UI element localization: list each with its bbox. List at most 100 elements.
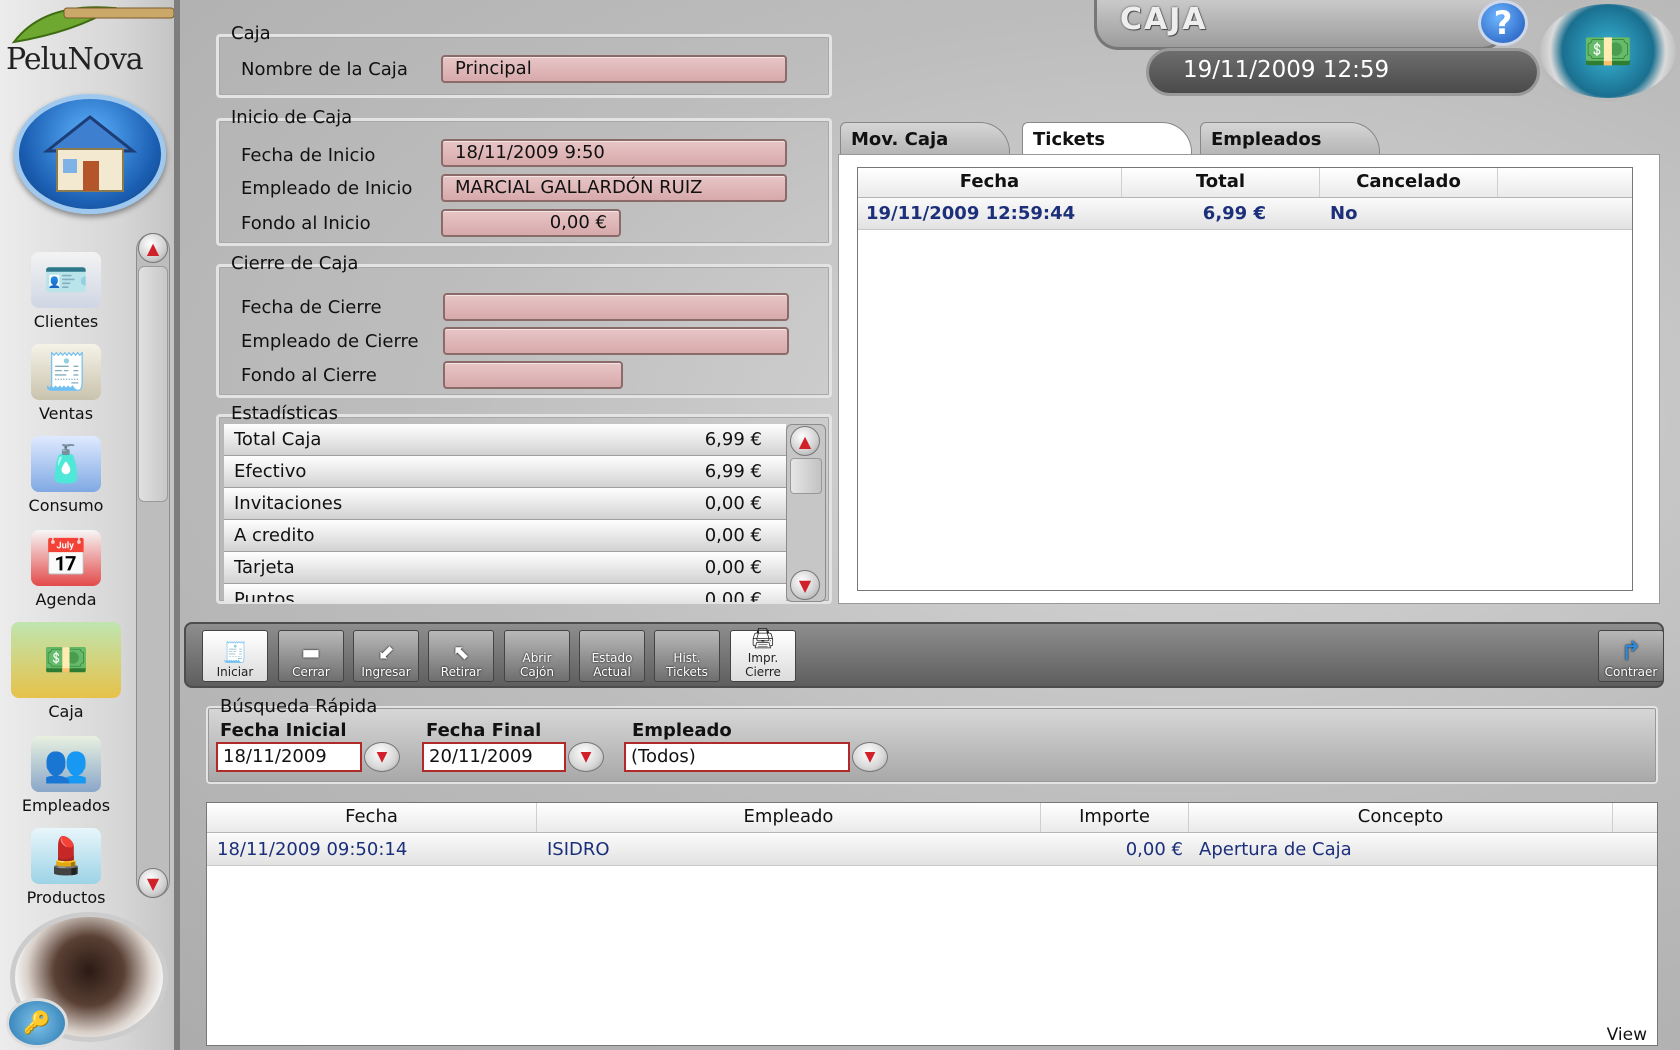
sidebar-item-caja[interactable]: 💵 Caja — [2, 622, 130, 721]
sidebar-item-empleados[interactable]: 👥 Empleados — [2, 736, 130, 815]
tab-mov-caja[interactable]: Mov. Caja — [840, 122, 1010, 156]
keys-icon[interactable]: 🔑 — [6, 998, 68, 1048]
fecha-inicial-dropdown-button[interactable]: ▼ — [364, 742, 400, 772]
estadisticas-legend: Estadísticas — [231, 403, 339, 424]
stat-label: Total Caja — [234, 429, 322, 450]
caja-group: Caja Nombre de la Caja Principal — [216, 23, 832, 98]
house-icon — [42, 115, 138, 192]
list-item[interactable]: Efectivo 6,99 € — [224, 456, 786, 488]
stat-value: 0,00 € — [704, 557, 762, 578]
estadisticas-scroll-up-button[interactable]: ▲ — [790, 426, 820, 456]
estadisticas-scroll-thumb[interactable] — [790, 458, 822, 494]
column-header-fecha[interactable]: Fecha — [207, 803, 537, 832]
chevron-down-icon: ▼ — [580, 749, 592, 765]
sidebar-item-consumo[interactable]: 🧴 Consumo — [2, 436, 130, 515]
estadisticas-scroll-down-button[interactable]: ▼ — [790, 570, 820, 600]
table-row[interactable]: 19/11/2009 12:59:44 6,99 € No — [858, 198, 1632, 230]
impr-cierre-button[interactable]: 🖨 Impr. Cierre — [730, 627, 796, 682]
arrow-up-icon: ▲ — [798, 431, 812, 451]
empleado-filter-select[interactable]: (Todos) — [624, 742, 850, 772]
fecha-final-dropdown-button[interactable]: ▼ — [568, 742, 604, 772]
abrir-cajon-button[interactable]: Abrir Cajón — [504, 630, 570, 682]
consumption-icon: 🧴 — [31, 436, 101, 492]
iniciar-button[interactable]: 🧾 Iniciar — [202, 630, 268, 682]
estado-actual-button[interactable]: Estado Actual — [579, 630, 645, 682]
sidebar-scroll-down-button[interactable]: ▼ — [138, 868, 168, 898]
list-item[interactable]: Tarjeta 0,00 € — [224, 552, 786, 584]
button-label-line2: Cajón — [519, 665, 554, 679]
column-header-cancelado[interactable]: Cancelado — [1320, 168, 1498, 197]
mov-concepto-cell: Apertura de Caja — [1199, 839, 1352, 860]
ingresar-button[interactable]: ⬋ Ingresar — [353, 630, 419, 682]
view-label: View — [1606, 1025, 1647, 1045]
fecha-inicio-field[interactable]: 18/11/2009 9:50 — [441, 139, 787, 167]
money-coins-icon: 💵 — [11, 622, 121, 698]
fecha-final-label: Fecha Final — [426, 720, 542, 741]
empleado-cierre-label: Empleado de Cierre — [241, 331, 419, 352]
nombre-caja-field[interactable]: Principal — [441, 55, 787, 83]
column-header-importe[interactable]: Importe — [1041, 803, 1189, 832]
sidebar-item-clientes[interactable]: 🪪 Clientes — [2, 252, 130, 331]
table-row[interactable]: 18/11/2009 09:50:14 ISIDRO 0,00 € Apertu… — [207, 834, 1657, 866]
fecha-final-input[interactable]: 20/11/2009 — [422, 742, 566, 772]
list-item[interactable]: Total Caja 6,99 € — [224, 424, 786, 456]
calendar-icon: 📅 — [31, 530, 101, 586]
fondo-cierre-field[interactable] — [443, 361, 623, 389]
list-item[interactable]: Puntos 0,00 € — [224, 584, 786, 602]
column-header-total[interactable]: Total — [1122, 168, 1320, 197]
tickets-tab-panel: Fecha Total Cancelado 19/11/2009 12:59:4… — [838, 154, 1660, 604]
page-title: CAJA — [1120, 2, 1208, 37]
sidebar: PeluNova ▲ ▼ 🪪 Clientes 🧾 Ventas 🧴 Consu… — [0, 0, 180, 1050]
cash-register-icon: 🧾 — [31, 344, 101, 400]
caja-legend: Caja — [231, 23, 271, 44]
sidebar-item-agenda[interactable]: 📅 Agenda — [2, 530, 130, 609]
question-mark-icon: ? — [1493, 4, 1513, 42]
inicio-caja-group: Inicio de Caja Fecha de Inicio 18/11/200… — [216, 107, 832, 246]
hist-tickets-button[interactable]: Hist. Tickets — [654, 630, 720, 682]
list-item[interactable]: Invitaciones 0,00 € — [224, 488, 786, 520]
column-header-concepto[interactable]: Concepto — [1189, 803, 1613, 832]
stat-value: 0,00 € — [704, 525, 762, 546]
chevron-down-icon: ▼ — [864, 749, 876, 765]
stat-value: 0,00 € — [704, 589, 762, 602]
cerrar-button[interactable]: ▬ Cerrar — [278, 630, 344, 682]
button-label: Retirar — [440, 665, 482, 679]
fecha-cierre-label: Fecha de Cierre — [241, 297, 382, 318]
fecha-inicial-input[interactable]: 18/11/2009 — [216, 742, 362, 772]
tab-tickets[interactable]: Tickets — [1022, 122, 1192, 156]
tab-empleados[interactable]: Empleados — [1200, 122, 1380, 156]
sidebar-scroll-up-button[interactable]: ▲ — [138, 233, 168, 263]
sidebar-scroll-thumb[interactable] — [138, 266, 168, 502]
empleado-dropdown-button[interactable]: ▼ — [852, 742, 888, 772]
sidebar-item-ventas[interactable]: 🧾 Ventas — [2, 344, 130, 423]
fondo-inicio-label: Fondo al Inicio — [241, 213, 371, 234]
logo-text: PeluNova — [6, 42, 144, 77]
button-label-line2: Actual — [593, 665, 631, 679]
contraer-button[interactable]: ↱ Contraer — [1598, 630, 1664, 682]
clients-card-icon: 🪪 — [31, 252, 101, 308]
fecha-inicial-label: Fecha Inicial — [220, 720, 347, 741]
column-header-fecha[interactable]: Fecha — [858, 168, 1122, 197]
retirar-button[interactable]: ⬉ Retirar — [428, 630, 494, 682]
busqueda-rapida-legend: Búsqueda Rápida — [220, 696, 378, 717]
nombre-caja-label: Nombre de la Caja — [241, 59, 408, 80]
tickets-grid-header: Fecha Total Cancelado — [858, 168, 1632, 198]
column-header-empleado[interactable]: Empleado — [537, 803, 1041, 832]
ticket-total-cell: 6,99 € — [1202, 203, 1266, 224]
fecha-cierre-field[interactable] — [443, 293, 789, 321]
button-label: Contraer — [1604, 665, 1658, 679]
fondo-inicio-field[interactable]: 0,00 € — [441, 209, 621, 237]
mov-fecha-cell: 18/11/2009 09:50:14 — [217, 839, 408, 860]
button-label-line1: Abrir — [522, 651, 552, 665]
cierre-caja-group: Cierre de Caja Fecha de Cierre Empleado … — [216, 253, 832, 398]
employees-icon: 👥 — [31, 736, 101, 792]
empleado-inicio-field[interactable]: MARCIAL GALLARDÓN RUIZ — [441, 174, 787, 202]
sidebar-item-label: Ventas — [38, 404, 94, 423]
empleado-cierre-field[interactable] — [443, 327, 789, 355]
sidebar-item-productos[interactable]: 💄 Productos — [2, 828, 130, 907]
home-button[interactable] — [14, 94, 166, 214]
help-button[interactable]: ? — [1478, 0, 1528, 46]
empleado-filter-label: Empleado — [632, 720, 732, 741]
stat-value: 6,99 € — [704, 461, 762, 482]
list-item[interactable]: A credito 0,00 € — [224, 520, 786, 552]
